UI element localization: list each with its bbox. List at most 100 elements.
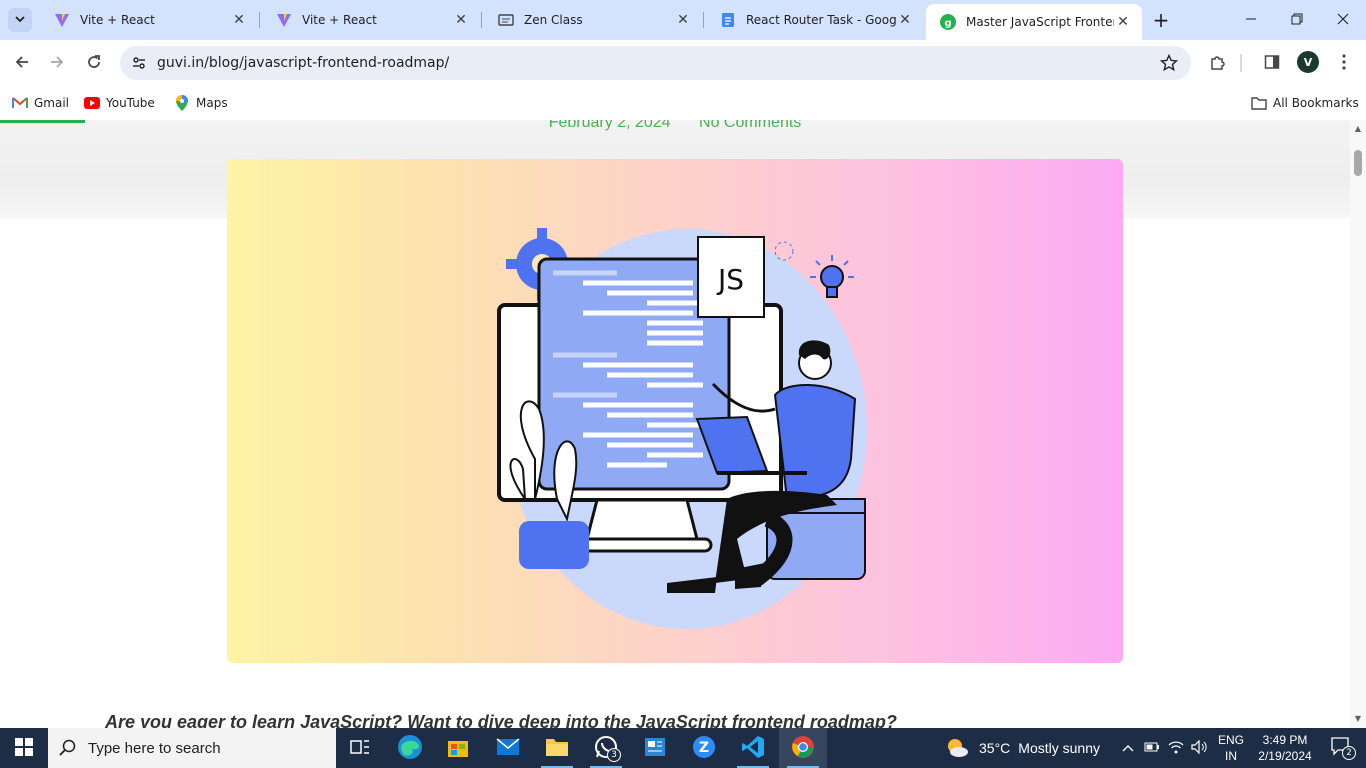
side-panel-button[interactable] <box>1258 49 1286 77</box>
bookmark-label: Maps <box>196 96 228 110</box>
lang-region: IN <box>1225 749 1237 763</box>
new-tab-button[interactable]: + <box>1149 8 1173 32</box>
search-placeholder: Type here to search <box>88 739 221 757</box>
clock[interactable]: 3:49 PM 2/19/2024 <box>1252 732 1318 764</box>
site-info-icon[interactable] <box>128 52 150 74</box>
partly-sunny-icon <box>945 736 969 760</box>
lang-code: ENG <box>1217 733 1244 747</box>
bookmarks-bar: Gmail YouTube Maps All Bookmarks <box>0 86 1366 120</box>
microsoft-store-app[interactable] <box>434 728 482 768</box>
bookmark-star-icon[interactable] <box>1159 53 1179 73</box>
taskbar-search[interactable]: Type here to search <box>48 728 336 768</box>
plus-icon: + <box>1152 8 1170 32</box>
vscode-app[interactable] <box>729 728 777 768</box>
zen-class-icon <box>498 12 514 28</box>
js-badge: JS <box>716 263 744 296</box>
input-language[interactable]: ENG IN <box>1216 732 1246 764</box>
extensions-button[interactable] <box>1204 49 1232 77</box>
show-hidden-icons[interactable] <box>1118 738 1138 758</box>
menu-button[interactable] <box>1330 49 1358 77</box>
puzzle-icon <box>1209 53 1227 74</box>
close-icon[interactable]: ✕ <box>452 11 470 29</box>
whatsapp-badge: 3 <box>607 748 621 762</box>
volume-tray[interactable] <box>1190 738 1210 758</box>
hero-image: JS <box>227 159 1123 663</box>
close-icon[interactable]: ✕ <box>674 11 692 29</box>
tab-zen-class[interactable]: Zen Class ✕ <box>484 4 702 36</box>
folder-icon <box>1251 95 1267 111</box>
clock-time: 3:49 PM <box>1262 733 1308 747</box>
wifi-tray[interactable] <box>1166 738 1186 758</box>
chevron-down-icon <box>14 13 26 28</box>
kebab-menu-icon <box>1342 53 1346 73</box>
mail-app[interactable] <box>484 728 532 768</box>
weather-desc: Mostly sunny <box>1018 740 1100 756</box>
close-window-button[interactable] <box>1320 0 1366 40</box>
page-scrollbar[interactable]: ▲ ▼ <box>1350 120 1366 728</box>
bookmark-youtube[interactable]: YouTube <box>84 92 155 114</box>
windows-logo-icon <box>15 737 33 759</box>
start-button[interactable] <box>0 728 48 768</box>
tab-title: Master JavaScript Frontend Roadmap <box>966 15 1114 29</box>
speaker-icon <box>1191 739 1209 757</box>
tab-react-router-task[interactable]: React Router Task - Google Docs ✕ <box>706 4 924 36</box>
weather-widget[interactable]: 35°C Mostly sunny <box>945 728 1100 768</box>
clock-date: 2/19/2024 <box>1258 749 1312 763</box>
post-date[interactable]: February 2, 2024 <box>549 120 671 131</box>
article-intro: Are you eager to learn JavaScript? Want … <box>105 712 897 728</box>
scroll-up-icon[interactable]: ▲ <box>1353 124 1363 134</box>
vite-icon <box>276 12 292 28</box>
back-button[interactable] <box>8 49 36 77</box>
tab-title: Vite + React <box>302 13 377 27</box>
minimize-button[interactable] <box>1228 0 1274 40</box>
google-docs-icon <box>720 12 736 28</box>
close-icon[interactable]: ✕ <box>230 11 248 29</box>
svg-text:g: g <box>944 18 951 29</box>
tab-title: React Router Task - Google Docs <box>746 13 896 27</box>
tab-strip: Vite + React ✕ Vite + React ✕ Zen Class … <box>0 0 1366 40</box>
address-bar[interactable]: guvi.in/blog/javascript-frontend-roadmap… <box>120 46 1191 80</box>
reload-button[interactable] <box>80 49 108 77</box>
tab-vite-react-1[interactable]: Vite + React ✕ <box>40 4 258 36</box>
arrow-right-icon <box>49 54 65 73</box>
notification-center-button[interactable]: 2 <box>1322 728 1362 768</box>
scrollbar-thumb[interactable] <box>1354 150 1362 176</box>
weather-temp: 35°C <box>979 740 1011 756</box>
news-app[interactable] <box>631 728 679 768</box>
reload-icon <box>86 54 102 73</box>
close-icon[interactable]: ✕ <box>896 11 914 29</box>
all-bookmarks-button[interactable]: All Bookmarks <box>1251 92 1359 114</box>
minimize-icon <box>1245 13 1257 28</box>
tab-separator <box>703 12 704 28</box>
url-text[interactable]: guvi.in/blog/javascript-frontend-roadmap… <box>157 46 449 80</box>
file-explorer-app[interactable] <box>533 728 581 768</box>
side-panel-icon <box>1264 54 1280 73</box>
svg-text:Z: Z <box>699 740 709 756</box>
close-icon[interactable]: ✕ <box>1114 13 1132 31</box>
edge-app[interactable] <box>386 728 434 768</box>
battery-tray[interactable] <box>1142 738 1162 758</box>
restore-button[interactable] <box>1274 0 1320 40</box>
forward-button[interactable] <box>43 49 71 77</box>
bookmark-maps[interactable]: Maps <box>174 92 228 114</box>
arrow-left-icon <box>14 54 30 73</box>
windows-taskbar: Type here to search 3 Z 35°C Mostly sunn… <box>0 728 1366 768</box>
avatar[interactable]: V <box>1297 51 1319 73</box>
chrome-app[interactable] <box>779 728 827 768</box>
scroll-down-icon[interactable]: ▼ <box>1353 714 1363 724</box>
close-icon <box>1337 13 1349 28</box>
comments-link[interactable]: No Comments <box>699 120 801 131</box>
vscode-icon <box>741 735 765 762</box>
task-view-button[interactable] <box>336 728 384 768</box>
tab-vite-react-2[interactable]: Vite + React ✕ <box>262 4 480 36</box>
all-bookmarks-label: All Bookmarks <box>1273 96 1359 110</box>
zoom-app[interactable]: Z <box>680 728 728 768</box>
wifi-icon <box>1168 740 1184 757</box>
tab-search-button[interactable] <box>8 8 32 32</box>
tab-master-javascript[interactable]: g Master JavaScript Frontend Roadmap ✕ <box>926 4 1142 40</box>
chevron-up-icon <box>1122 741 1134 755</box>
tab-title: Vite + React <box>80 13 155 27</box>
bookmark-gmail[interactable]: Gmail <box>12 92 69 114</box>
edge-icon <box>397 734 423 763</box>
whatsapp-app[interactable]: 3 <box>582 728 630 768</box>
